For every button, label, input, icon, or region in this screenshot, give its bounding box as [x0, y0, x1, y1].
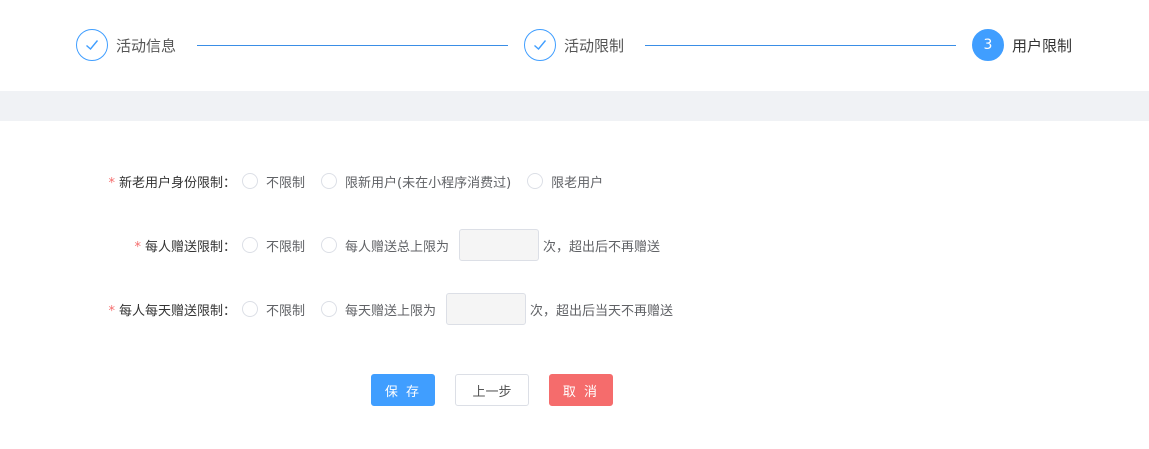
step-connector: [197, 45, 508, 46]
step-label: 活动限制: [564, 36, 625, 55]
radio-circle[interactable]: [321, 237, 338, 253]
radio-circle[interactable]: [242, 301, 258, 317]
total-cap-input[interactable]: [459, 229, 540, 261]
radio-circle[interactable]: [242, 173, 258, 189]
daily-cap-input[interactable]: [446, 293, 527, 325]
form-label: * 新老用户身份限制：: [108, 175, 236, 191]
per-person-daily-limit-row: * 每人每天赠送限制： 不限制 每天赠送上限为 次，超出后当天不再赠送: [0, 293, 673, 325]
radio-daily-cap[interactable]: 每天赠送上限为: [321, 300, 436, 319]
previous-step-button[interactable]: 上一步: [455, 374, 529, 406]
radio-circle[interactable]: [527, 173, 544, 189]
step-user-limit: 3 用户限制: [972, 29, 1072, 61]
radio-total-cap[interactable]: 每人赠送总上限为: [321, 236, 449, 255]
step-activity-info: 活动信息: [76, 29, 176, 61]
cancel-button[interactable]: 取 消: [549, 374, 613, 406]
per-person-limit-row: * 每人赠送限制： 不限制 每人赠送总上限为 次，超出后不再赠送: [0, 229, 660, 261]
radio-new-users-only[interactable]: 限新用户(未在小程序消费过): [321, 172, 511, 191]
radio-circle[interactable]: [321, 173, 338, 189]
step-label: 用户限制: [1012, 36, 1073, 55]
section-divider: [0, 91, 1149, 121]
step-activity-limit: 活动限制: [524, 29, 624, 61]
step-number: 3: [972, 29, 1004, 61]
radio-circle[interactable]: [321, 301, 338, 317]
step-label: 活动信息: [116, 36, 177, 55]
form-label: * 每人每天赠送限制：: [108, 303, 236, 319]
check-icon: [524, 29, 556, 61]
steps-bar: 活动信息 活动限制 3 用户限制: [0, 0, 1149, 91]
radio-no-limit[interactable]: 不限制: [242, 300, 305, 319]
daily-cap-suffix: 次，超出后当天不再赠送: [530, 303, 674, 319]
total-cap-suffix: 次，超出后不再赠送: [543, 239, 661, 255]
identity-limit-row: * 新老用户身份限制： 不限制 限新用户(未在小程序消费过) 限老用户: [0, 165, 619, 197]
form-label: * 每人赠送限制：: [134, 239, 236, 255]
radio-old-users-only[interactable]: 限老用户: [527, 172, 603, 191]
radio-circle[interactable]: [242, 237, 258, 253]
radio-no-limit[interactable]: 不限制: [242, 236, 305, 255]
radio-no-limit[interactable]: 不限制: [242, 172, 305, 191]
step-connector: [645, 45, 956, 46]
check-icon: [76, 29, 108, 61]
save-button[interactable]: 保 存: [371, 374, 435, 406]
